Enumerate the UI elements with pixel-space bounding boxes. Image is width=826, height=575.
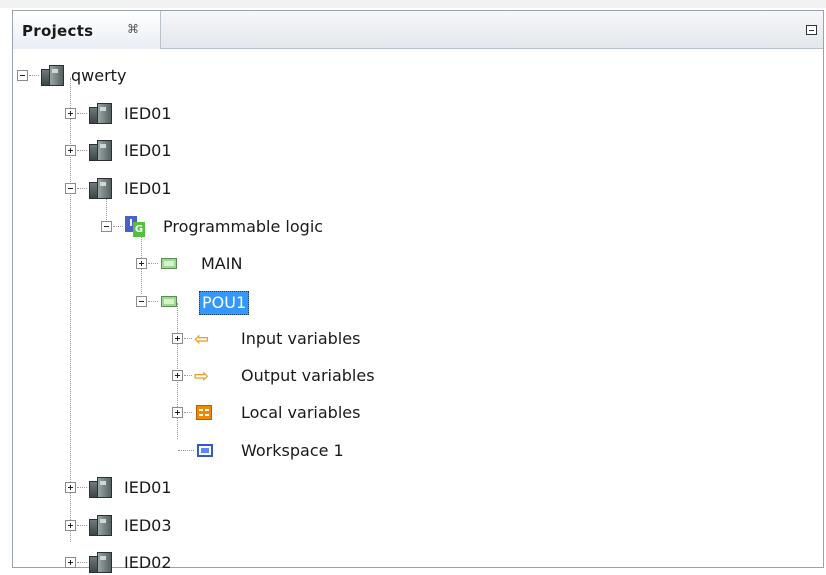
tree-node-label: IED02 xyxy=(124,553,172,572)
tree-connector xyxy=(77,562,87,564)
tree-connector xyxy=(178,450,194,452)
tree-node-ied[interactable]: IED01 xyxy=(13,102,413,126)
tree-node-label: IED01 xyxy=(124,179,172,198)
tree-node-label: Workspace 1 xyxy=(241,441,344,460)
workspace-icon xyxy=(196,442,216,460)
tree-node-label: IED01 xyxy=(124,478,172,497)
expand-icon[interactable] xyxy=(65,482,76,493)
pou-icon xyxy=(161,258,177,269)
tree-node-label-selected: POU1 xyxy=(199,291,250,315)
programmable-logic-icon: IG xyxy=(125,216,147,238)
expand-icon[interactable] xyxy=(65,520,76,531)
tree-connector xyxy=(29,75,39,77)
tree-node-ied[interactable]: IED02 xyxy=(13,551,413,575)
tree-connector xyxy=(77,487,87,489)
tree-connector xyxy=(184,338,192,340)
expand-icon[interactable] xyxy=(65,108,76,119)
tree-node-label: Programmable logic xyxy=(163,217,324,236)
tree-connector xyxy=(148,301,158,303)
ied-icon xyxy=(89,103,112,124)
tree-node-main[interactable]: MAIN xyxy=(13,252,413,276)
ied-icon xyxy=(89,178,112,199)
tree-node-output-variables[interactable]: ⇨ Output variables xyxy=(13,364,433,388)
tree-node-label: IED03 xyxy=(124,516,172,535)
ied-icon xyxy=(89,140,112,161)
tree-connector xyxy=(77,150,87,152)
tree-node-label: Output variables xyxy=(241,366,375,385)
input-arrow-icon: ⇦ xyxy=(194,329,210,350)
tree-connector xyxy=(148,263,158,265)
expand-icon[interactable] xyxy=(172,370,183,381)
window-top-strip xyxy=(0,0,826,8)
tree-node-ied[interactable]: IED01 xyxy=(13,139,413,163)
collapse-icon[interactable] xyxy=(17,70,28,81)
tree-node-local-variables[interactable]: Local variables xyxy=(13,401,433,425)
tree-node-ied[interactable]: IED01 xyxy=(13,177,413,201)
expand-icon[interactable] xyxy=(172,333,183,344)
tree-connector xyxy=(77,113,87,115)
project-tree: qwerty IED01 IED01 IED01 IG Programmable… xyxy=(13,49,823,573)
pou-icon xyxy=(161,296,177,307)
tab-projects[interactable]: Projects ⌘ xyxy=(13,11,161,49)
tree-node-label: MAIN xyxy=(201,254,243,273)
expand-icon[interactable] xyxy=(172,407,183,418)
panel-header: Projects ⌘ xyxy=(13,11,823,49)
ied-icon xyxy=(89,477,112,498)
projects-panel: Projects ⌘ qwerty IED01 IED01 IED01 I G … xyxy=(12,10,824,573)
tree-node-root[interactable]: qwerty xyxy=(13,64,413,88)
tree-node-ied[interactable]: IED03 xyxy=(13,514,413,538)
tree-connector xyxy=(77,188,87,190)
expand-icon[interactable] xyxy=(65,145,76,156)
tree-node-programmable-logic[interactable]: IG Programmable logic xyxy=(13,215,433,239)
collapse-icon[interactable] xyxy=(101,221,112,232)
tab-title: Projects xyxy=(22,22,94,40)
tree-node-label: Local variables xyxy=(241,403,361,422)
tree-node-ied[interactable]: IED01 xyxy=(13,476,413,500)
tree-connector xyxy=(184,375,192,377)
tree-node-label: IED01 xyxy=(124,141,172,160)
tree-connector xyxy=(77,525,87,527)
tree-node-label: Input variables xyxy=(241,329,361,348)
ied-icon xyxy=(89,552,112,573)
tree-node-input-variables[interactable]: ⇦ Input variables xyxy=(13,327,433,351)
tree-node-label: IED01 xyxy=(124,104,172,123)
tree-node-pou1[interactable]: POU1 xyxy=(13,290,413,315)
tab-close-icon[interactable]: ⌘ xyxy=(127,23,139,35)
tree-connector xyxy=(113,226,123,228)
minimize-icon[interactable] xyxy=(806,25,817,35)
output-arrow-icon: ⇨ xyxy=(194,366,210,387)
tree-node-workspace[interactable]: Workspace 1 xyxy=(13,439,433,463)
expand-icon[interactable] xyxy=(136,258,147,269)
ied-icon xyxy=(41,65,64,86)
expand-icon[interactable] xyxy=(65,557,76,568)
collapse-icon[interactable] xyxy=(136,296,147,307)
ied-icon xyxy=(89,515,112,536)
tree-connector xyxy=(184,412,192,414)
collapse-icon[interactable] xyxy=(65,183,76,194)
tree-node-label: qwerty xyxy=(71,66,127,85)
local-variables-icon xyxy=(195,404,215,422)
